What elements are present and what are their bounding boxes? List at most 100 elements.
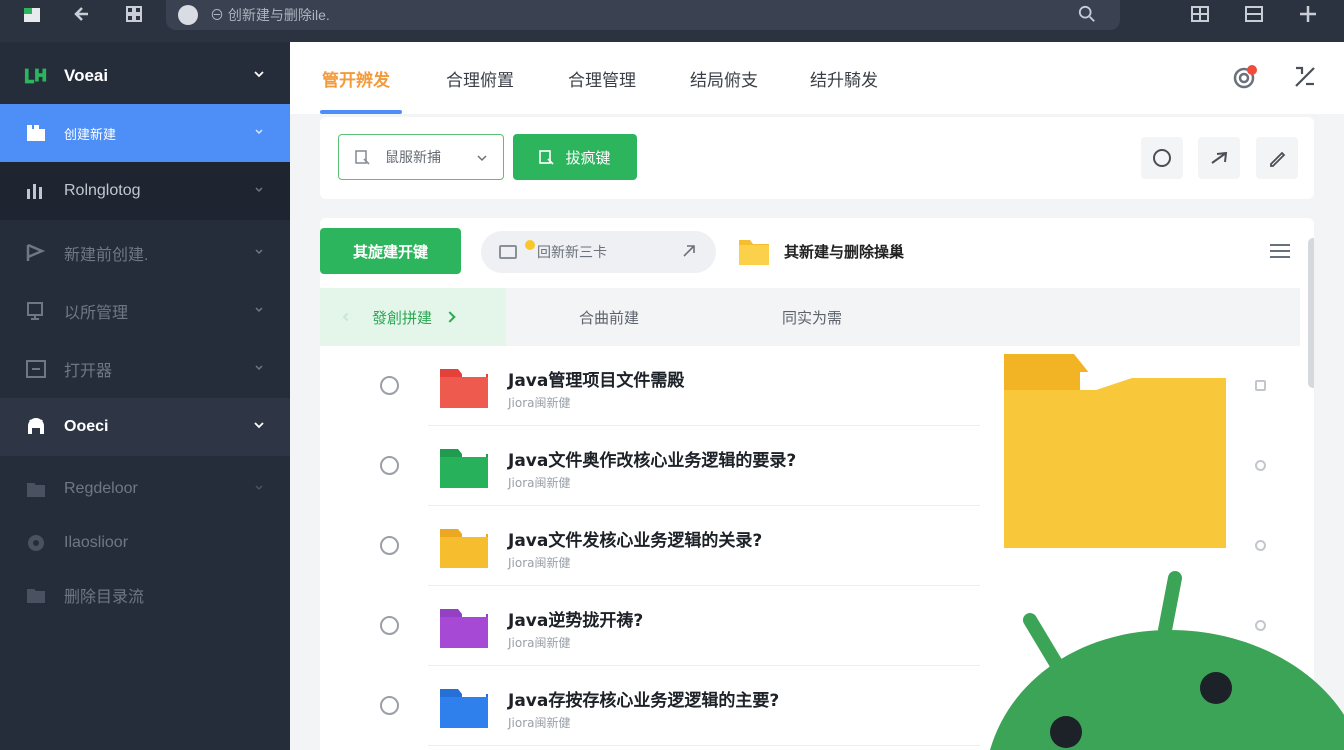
notification-target-icon[interactable]	[1232, 64, 1258, 90]
sidebar-item-create[interactable]: 创建新建	[0, 104, 290, 162]
search-icon[interactable]	[1078, 5, 1096, 23]
row-subtitle: Jiora闽新健	[508, 556, 571, 570]
percent-settings-icon[interactable]	[1292, 64, 1318, 90]
browser-top-bar: ⊖ 创新建与删除ile.	[0, 0, 1344, 42]
monitor-icon	[24, 300, 48, 322]
hamburger-menu-icon[interactable]	[1270, 244, 1290, 258]
tab-4[interactable]: 结局俯支	[690, 66, 758, 91]
minus-box-icon	[24, 358, 48, 380]
row-radio[interactable]	[380, 696, 399, 715]
row-subtitle: Jiora闽新健	[508, 476, 571, 490]
chevron-down-icon	[477, 155, 487, 162]
sidebar-item-manage[interactable]: 以所管理	[0, 282, 290, 340]
sidebar-item-label: 新建前创建.	[64, 247, 149, 264]
sidebar-item-label: Regdeloor	[64, 480, 138, 497]
chevron-down-icon	[255, 249, 263, 255]
filter-select-value: 鼠服新捕	[385, 150, 441, 166]
bar-chart-icon	[24, 180, 48, 202]
address-text: ⊖ 创新建与删除ile.	[210, 7, 330, 23]
folder-icon	[739, 240, 769, 265]
scrollbar-thumb[interactable]	[1308, 238, 1314, 388]
folder-icon	[440, 529, 488, 568]
row-subtitle: Jiora闽新健	[508, 636, 571, 650]
tab-bar: 管开辨发 合理俯置 合理管理 结局俯支 结升騎发	[290, 42, 1344, 114]
sidebar-item-label: 删除目录流	[64, 589, 145, 606]
sub-tab-bar: 發創拼建 合曲前建 同实为需	[320, 288, 1300, 346]
subtab-2[interactable]: 合曲前建	[506, 288, 712, 346]
row-radio[interactable]	[380, 536, 399, 555]
sidebar-item-label: Ilaoslioor	[64, 534, 129, 551]
extensions-icon[interactable]	[120, 0, 148, 28]
pencil-icon	[1270, 151, 1286, 167]
card-icon	[499, 245, 517, 259]
address-bar[interactable]: ⊖ 创新建与删除ile.	[166, 0, 1120, 30]
sidebar: Voeai 创建新建 Rolnglotog 新建前创建. 以所管理 打开器 Oo…	[0, 42, 290, 750]
sidebar-item-new[interactable]: 新建前创建.	[0, 224, 290, 282]
folder-icon	[440, 609, 488, 648]
sidebar-header[interactable]: Voeai	[0, 47, 290, 105]
sidebar-item-label: 创建新建	[64, 126, 117, 142]
subtab-1[interactable]: 發創拼建	[320, 288, 506, 346]
sidebar-item-ilaoslioor[interactable]: Ilaoslioor	[0, 514, 290, 572]
send-button[interactable]	[1198, 137, 1240, 179]
back-arrow-icon[interactable]	[68, 0, 96, 28]
folder-icon	[440, 369, 488, 408]
subtab-3[interactable]: 同实为需	[712, 288, 912, 346]
sidebar-item-label: Rolnglotog	[64, 182, 141, 199]
row-title: Java文件发核心业务逻辑的关录?	[508, 531, 763, 551]
sidebar-item-delete[interactable]: 删除目录流	[0, 566, 290, 624]
tab-1[interactable]: 管开辨发	[322, 66, 390, 91]
tab-3[interactable]: 合理管理	[568, 66, 636, 91]
scrollbar[interactable]	[1308, 218, 1314, 518]
edit-button[interactable]	[1256, 137, 1298, 179]
sidebar-section-header[interactable]: Ooeci	[0, 398, 290, 456]
search-doc-icon	[539, 150, 555, 165]
search-button[interactable]: 拔疯键	[513, 134, 637, 180]
row-action-icon[interactable]	[1255, 540, 1266, 551]
row-radio[interactable]	[380, 376, 399, 395]
folder-grid-icon	[24, 122, 48, 144]
folder-icon	[24, 478, 48, 500]
row-title: Java管理项目文件需殿	[508, 371, 685, 391]
sidebar-item-analytics[interactable]: Rolnglotog	[0, 162, 290, 220]
chevron-down-icon	[254, 71, 264, 78]
window-layout-icon[interactable]	[1186, 0, 1214, 28]
tab-5[interactable]: 结升騎发	[810, 66, 878, 91]
sidebar-header-label: Voeai	[64, 66, 109, 85]
search-doc-icon	[355, 150, 370, 165]
tab-view-icon[interactable]	[1240, 0, 1268, 28]
sidebar-item-label: 打开器	[64, 363, 113, 380]
send-icon	[1211, 151, 1228, 164]
new-tab-plus-icon[interactable]	[1294, 0, 1322, 28]
active-tab-indicator	[320, 110, 402, 114]
folder-icon	[440, 449, 488, 488]
tab-2[interactable]: 合理俯置	[446, 66, 514, 91]
app-logo-icon	[18, 0, 46, 28]
row-subtitle: Jiora闽新健	[508, 396, 571, 410]
row-action-icon[interactable]	[1255, 460, 1266, 471]
chevron-down-icon	[255, 129, 263, 135]
filter-select[interactable]: 鼠服新捕	[338, 134, 504, 180]
record-icon	[24, 532, 48, 554]
subtab-label: 合曲前建	[578, 308, 639, 327]
chevron-down-icon	[255, 365, 263, 371]
chevron-down-icon	[255, 307, 263, 313]
status-dot	[525, 240, 535, 250]
sidebar-item-open[interactable]: 打开器	[0, 340, 290, 398]
search-button-label: 拔疯键	[565, 148, 611, 167]
chevron-down-icon	[255, 485, 263, 491]
row-action-icon[interactable]	[1255, 380, 1266, 391]
sidebar-item-regdeloor[interactable]: Regdeloor	[0, 460, 290, 518]
row-radio[interactable]	[380, 456, 399, 475]
row-title: Java存按存核心业务逻逻辑的主要?	[508, 691, 780, 711]
subtab-label: 同实为需	[781, 308, 842, 327]
folder-icon	[24, 584, 48, 606]
row-radio[interactable]	[380, 616, 399, 635]
search-pill[interactable]: 回新新三卡	[481, 231, 716, 273]
android-mascot-illustration	[990, 571, 1344, 750]
chevron-down-icon	[255, 187, 263, 193]
create-open-button[interactable]: 其旋建开键	[320, 228, 461, 274]
circle-button[interactable]	[1141, 137, 1183, 179]
circle-icon	[1153, 149, 1171, 167]
folder-heading-text: 其新建与删除操巢	[784, 242, 905, 261]
